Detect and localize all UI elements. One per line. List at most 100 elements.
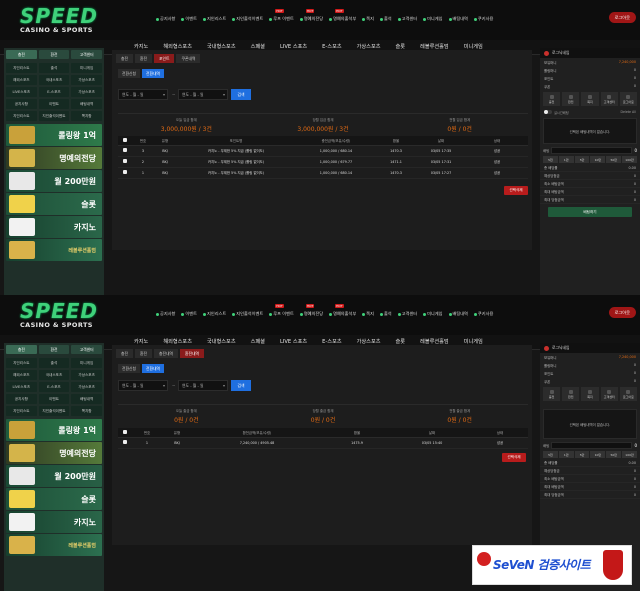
banner-referral-bonus[interactable]: 월 200만원 (6, 170, 102, 192)
date-to-input[interactable]: 연도 - 월 - 일 (178, 380, 228, 391)
mainnav-virtual-sports[interactable]: 가상스포츠 (357, 43, 381, 50)
side-menu-item[interactable]: 미니게임 (71, 63, 102, 73)
banner-slot[interactable]: 슬롯 (6, 193, 102, 215)
mainnav-intl-sports[interactable]: 해외형스포츠 (163, 43, 192, 50)
mainnav-minigame[interactable]: 미니게임 (464, 338, 483, 345)
mainnav-slot[interactable]: 슬롯 (396, 338, 406, 345)
mainnav-holdem[interactable]: 레볼루션홀덤 (420, 338, 449, 345)
tab-withdraw[interactable]: 환전 (135, 349, 152, 358)
side-menu-item[interactable]: 지인리스트 (6, 358, 37, 368)
topnav-cookie[interactable]: 쿠키사용 (473, 16, 493, 22)
topnav-referral-attendance[interactable]: 지인출석이벤트 (232, 311, 263, 317)
side-menu-item[interactable]: 지인리스트 (6, 406, 37, 416)
banner-hall-of-fame[interactable]: 명예의전당 (6, 442, 102, 464)
subtab-request[interactable]: 전환신청 (118, 364, 140, 373)
mainnav-slot[interactable]: 슬롯 (396, 43, 406, 50)
quick-message-button[interactable]: 쪽지 (581, 92, 599, 106)
mainnav-domestic-sports[interactable]: 국내형스포츠 (207, 338, 236, 345)
quick-message-button[interactable]: 쪽지 (581, 387, 599, 401)
logout-button[interactable]: 로그아웃 (608, 307, 636, 318)
side-menu-item[interactable]: 해외스포츠 (6, 370, 37, 380)
topnav-loop-event[interactable]: HOT 루프 이벤트 (269, 304, 294, 317)
topnav-minigame[interactable]: 미니게임 (423, 16, 443, 22)
side-menu-item[interactable]: 지인리스트 (6, 111, 37, 121)
side-menu-item[interactable]: 이벤트 (38, 394, 70, 404)
side-menu-item[interactable]: 가상스포츠 (71, 382, 102, 392)
side-menu-item[interactable]: 배팅내역 (71, 394, 102, 404)
quick-withdraw-button[interactable]: 환전 (562, 387, 580, 401)
delete-all-link[interactable]: Delete All (621, 110, 636, 114)
select-all-checkbox[interactable] (123, 429, 127, 434)
bet-chip[interactable]: 5천 (543, 156, 558, 163)
mainnav-minigame[interactable]: 미니게임 (464, 43, 483, 50)
topnav-event[interactable]: 이벤트 (181, 16, 197, 22)
bet-chip[interactable]: 10만 (590, 451, 606, 458)
tab-point[interactable]: 포인트 (154, 54, 175, 63)
bet-chip[interactable]: 10만 (590, 156, 606, 163)
bet-chip[interactable]: 100만 (622, 451, 637, 458)
bet-chip[interactable]: 50만 (606, 451, 622, 458)
side-menu-item[interactable]: 미니게임 (71, 358, 102, 368)
side-menu-item[interactable]: 공지사항 (6, 99, 37, 109)
topnav-attendance[interactable]: 출석 (379, 311, 392, 317)
topnav-messages[interactable]: 쪽지 (362, 16, 374, 22)
side-menu-item[interactable]: 배팅내역 (71, 99, 102, 109)
mainnav-intl-sports[interactable]: 해외형스포츠 (163, 338, 192, 345)
bet-amount-input[interactable] (551, 442, 633, 449)
bet-chip[interactable]: 100만 (622, 156, 637, 163)
bet-chip[interactable]: 5만 (574, 451, 590, 458)
tab-withdraw-history[interactable]: 환전내역 (179, 349, 204, 358)
quick-support-button[interactable]: 고객센터 (600, 92, 618, 106)
topnav-notice[interactable]: 공지사항 (156, 311, 175, 317)
side-menu-item[interactable]: 출석 (38, 63, 70, 73)
search-button[interactable]: 검색 (231, 380, 251, 391)
topnav-hall-of-fame[interactable]: HOT 명예의전당 (299, 304, 323, 317)
row-checkbox[interactable] (123, 148, 127, 152)
side-tab-support[interactable]: 고객센터 (71, 345, 103, 354)
topnav-cookie[interactable]: 쿠키사용 (473, 311, 493, 317)
mainnav-special[interactable]: 스페셜 (251, 43, 265, 50)
logout-button[interactable]: 로그아웃 (608, 12, 636, 23)
date-to-input[interactable]: 연도 - 월 - 일 (178, 89, 228, 100)
topnav-support[interactable]: 고객센터 (397, 311, 417, 317)
side-menu-item[interactable]: 쪽지함 (71, 406, 102, 416)
bet-amount-input[interactable] (551, 147, 633, 154)
row-checkbox[interactable] (123, 440, 127, 444)
date-from-input[interactable]: 연도 - 월 - 일 (118, 380, 168, 391)
select-all-checkbox[interactable] (123, 137, 127, 142)
side-tab-deposit[interactable]: 충전 (6, 345, 37, 354)
topnav-event[interactable]: 이벤트 (181, 311, 197, 317)
mainnav-esports[interactable]: E-스포츠 (322, 338, 341, 345)
quick-logout-button[interactable]: 로그아웃 (619, 92, 638, 106)
mainnav-holdem[interactable]: 레볼루션홀덤 (420, 43, 449, 50)
site-logo[interactable]: SPEED CASINO & SPORTS (20, 301, 100, 329)
side-menu-item[interactable]: 해외스포츠 (6, 75, 37, 85)
banner-holdem[interactable]: 레볼루션홀덤 (6, 239, 102, 261)
search-button[interactable]: 검색 (231, 89, 251, 100)
topnav-minigame[interactable]: 미니게임 (423, 311, 443, 317)
mainnav-casino[interactable]: 카지노 (134, 43, 148, 50)
side-menu-item[interactable]: 이벤트 (38, 99, 70, 109)
topnav-hall-attendance[interactable]: HOT 명예의출석부 (329, 304, 356, 317)
mainnav-virtual-sports[interactable]: 가상스포츠 (357, 338, 381, 345)
quick-deposit-button[interactable]: 충전 (543, 92, 561, 106)
side-menu-item[interactable]: 출석 (38, 358, 70, 368)
mainnav-live-sports[interactable]: LIVE 스포츠 (280, 338, 307, 345)
topnav-referral-attendance[interactable]: 지인출석이벤트 (232, 16, 263, 22)
banner-referral-bonus[interactable]: 월 200만원 (6, 465, 102, 487)
side-menu-item[interactable]: 가상스포츠 (71, 87, 102, 97)
side-menu-item[interactable]: 가상스포츠 (71, 370, 102, 380)
row-checkbox[interactable] (123, 170, 127, 174)
side-menu-item[interactable]: LIVE스포츠 (6, 87, 37, 97)
mainnav-casino[interactable]: 카지노 (134, 338, 148, 345)
date-from-input[interactable]: 연도 - 월 - 일 (118, 89, 168, 100)
side-menu-item[interactable]: E-스포츠 (38, 87, 70, 97)
site-logo[interactable]: SPEED CASINO & SPORTS (20, 6, 100, 34)
side-tab-withdraw[interactable]: 환전 (38, 345, 70, 354)
subtab-history[interactable]: 전환내역 (141, 364, 164, 373)
bet-chip[interactable]: 5천 (543, 451, 558, 458)
tab-deposit[interactable]: 충전 (116, 54, 133, 63)
quick-withdraw-button[interactable]: 환전 (562, 92, 580, 106)
topnav-bet-history[interactable]: 배팅내역 (448, 311, 468, 317)
topnav-hall-of-fame[interactable]: HOT 명예의전당 (299, 9, 323, 22)
